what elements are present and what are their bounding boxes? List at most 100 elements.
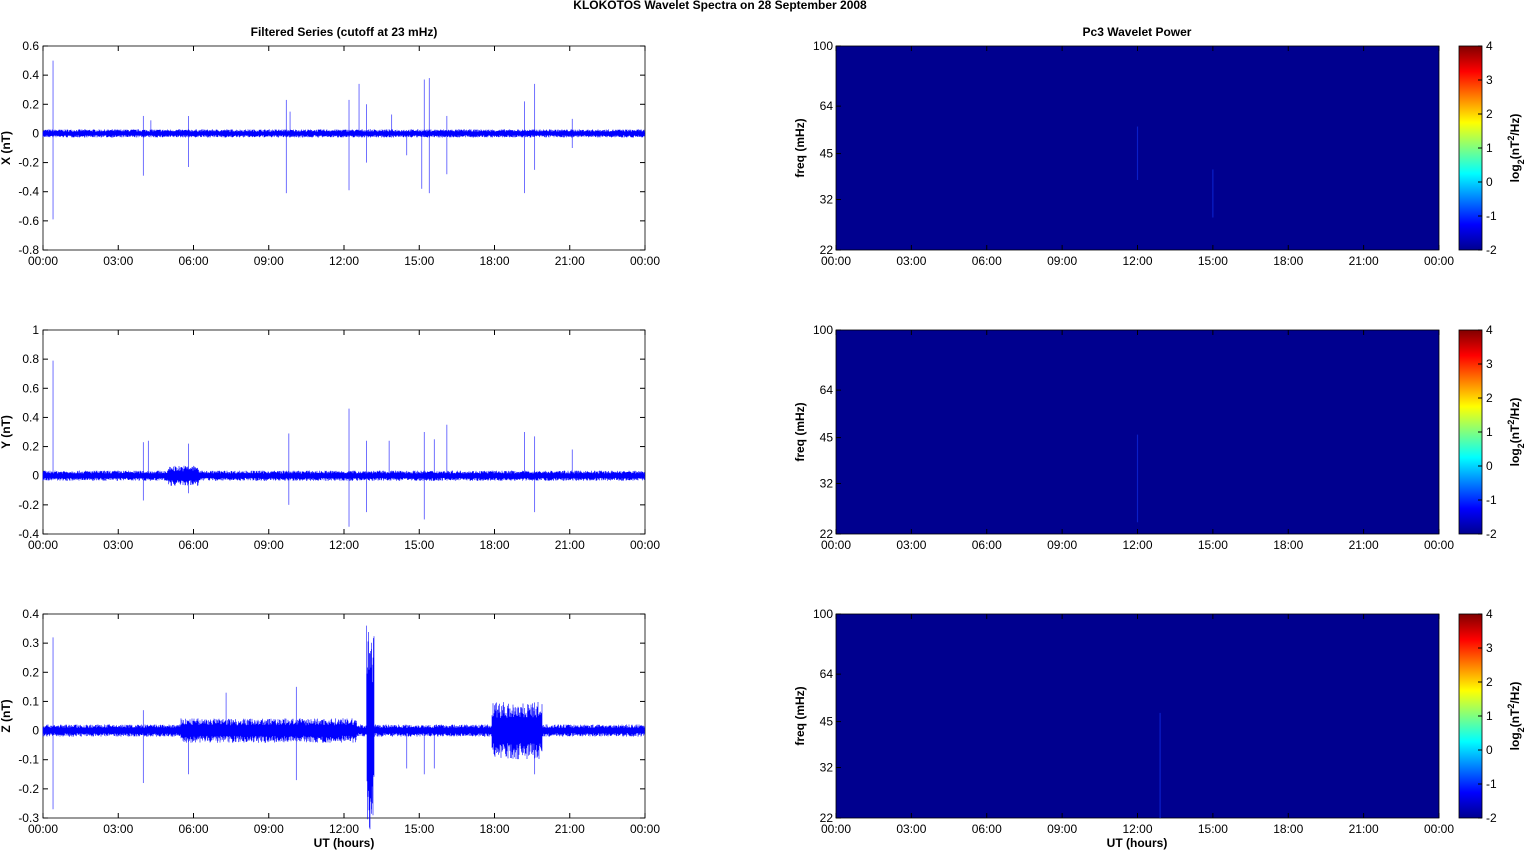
- series-xtick-label: 00:00: [630, 538, 660, 552]
- wavelet-xtick-label: 12:00: [1122, 538, 1152, 552]
- series-xtick-label: 15:00: [404, 822, 434, 836]
- ytick-label: 0.2: [22, 440, 39, 454]
- colorbar-tick-label: 4: [1486, 607, 1493, 621]
- series-xtick-label: 18:00: [479, 822, 509, 836]
- wavelet-xtick-label: 03:00: [896, 254, 926, 268]
- wavelet-xtick-label: 06:00: [972, 538, 1002, 552]
- ytick-label: 0: [32, 469, 39, 483]
- wavelet-xtick-label: 09:00: [1047, 822, 1077, 836]
- colorbar-tick-label: 2: [1486, 391, 1493, 405]
- series-xtick-label: 06:00: [178, 254, 208, 268]
- wavelet-xtick-label: 15:00: [1198, 254, 1228, 268]
- wavelet-ytick-label: 100: [813, 39, 833, 53]
- series-xtick-label: 21:00: [555, 822, 585, 836]
- colorbar-label: log2(nT2/Hz): [1506, 114, 1526, 183]
- wavelet-ytick-label: 45: [820, 147, 834, 161]
- wavelet-xtick-label: 06:00: [972, 822, 1002, 836]
- colorbar-tick-label: -2: [1486, 811, 1497, 825]
- wavelet-ytick-label: 32: [820, 193, 834, 207]
- wavelet-xtick-label: 00:00: [821, 254, 851, 268]
- ytick-label: 0.4: [22, 68, 39, 82]
- ytick-label: 0.2: [22, 97, 39, 111]
- wavelet-xtick-label: 21:00: [1349, 822, 1379, 836]
- colorbar-tick-label: 3: [1486, 641, 1493, 655]
- wavelet-xtick-label: 00:00: [821, 822, 851, 836]
- colorbar-tick-label: 1: [1486, 709, 1493, 723]
- colorbar-tick-label: 0: [1486, 175, 1493, 189]
- wavelet-xtick-label: 21:00: [1349, 538, 1379, 552]
- wavelet-ytick-label: 45: [820, 431, 834, 445]
- wavelet-xtick-label: 06:00: [972, 254, 1002, 268]
- series-xtick-label: 12:00: [329, 822, 359, 836]
- series-axes-Z: [42, 613, 646, 819]
- colorbar-tick-label: -2: [1486, 527, 1497, 541]
- series-xtick-label: 21:00: [555, 254, 585, 268]
- series-xtick-label: 03:00: [103, 254, 133, 268]
- wavelet-ytick-label: 100: [813, 607, 833, 621]
- figure-title: KLOKOTOS Wavelet Spectra on 28 September…: [573, 0, 867, 12]
- series-xtick-label: 15:00: [404, 538, 434, 552]
- series-ylabel: Z (nT): [0, 699, 13, 732]
- ytick-label: 0.6: [22, 39, 39, 53]
- series-ylabel: X (nT): [0, 131, 13, 165]
- series-xtick-label: 21:00: [555, 538, 585, 552]
- wavelet-ytick-label: 45: [820, 715, 834, 729]
- right-column-title: Pc3 Wavelet Power: [1083, 25, 1192, 39]
- left-xlabel: UT (hours): [314, 836, 375, 850]
- ytick-label: 0.3: [22, 636, 39, 650]
- wavelet-ylabel: freq (mHz): [793, 118, 807, 177]
- colorbar-tick-label: 0: [1486, 743, 1493, 757]
- wavelet-ytick-label: 32: [820, 477, 834, 491]
- wavelet-ytick-label: 64: [820, 99, 834, 113]
- ytick-label: 0.2: [22, 665, 39, 679]
- wavelet-ytick-label: 32: [820, 761, 834, 775]
- series-trace-X: [42, 129, 645, 138]
- wavelet-xtick-label: 00:00: [821, 538, 851, 552]
- wavelet-xtick-label: 00:00: [1424, 254, 1454, 268]
- wavelet-xtick-label: 18:00: [1273, 538, 1303, 552]
- series-ylabel: Y (nT): [0, 415, 13, 449]
- wavelet-ytick-label: 64: [820, 667, 834, 681]
- ytick-label: -0.4: [18, 185, 39, 199]
- wavelet-xtick-label: 09:00: [1047, 254, 1077, 268]
- colorbar-tick-label: -1: [1486, 777, 1497, 791]
- colorbar-tick-label: 1: [1486, 141, 1493, 155]
- ytick-label: -0.1: [18, 753, 39, 767]
- series-xtick-label: 12:00: [329, 538, 359, 552]
- colorbar-tick-label: 0: [1486, 459, 1493, 473]
- colorbar-tick-label: -1: [1486, 209, 1497, 223]
- series-xtick-label: 03:00: [103, 538, 133, 552]
- colorbar-tick-label: 4: [1486, 39, 1493, 53]
- wavelet-xtick-label: 12:00: [1122, 254, 1152, 268]
- series-xtick-label: 09:00: [254, 254, 284, 268]
- series-xtick-label: 12:00: [329, 254, 359, 268]
- colorbar-tick-label: 4: [1486, 323, 1493, 337]
- ytick-label: 0.8: [22, 352, 39, 366]
- wavelet-xtick-label: 03:00: [896, 822, 926, 836]
- series-xtick-label: 03:00: [103, 822, 133, 836]
- ytick-label: 0.1: [22, 694, 39, 708]
- wavelet-xtick-label: 12:00: [1122, 822, 1152, 836]
- series-xtick-label: 09:00: [254, 538, 284, 552]
- wavelet-xtick-label: 03:00: [896, 538, 926, 552]
- ytick-label: -0.6: [18, 214, 39, 228]
- series-xtick-label: 18:00: [479, 254, 509, 268]
- wavelet-ylabel: freq (mHz): [793, 402, 807, 461]
- ytick-label: 1: [32, 323, 39, 337]
- series-xtick-label: 00:00: [630, 254, 660, 268]
- series-xtick-label: 00:00: [630, 822, 660, 836]
- colorbar-tick-label: 3: [1486, 73, 1493, 87]
- ytick-label: 0.6: [22, 381, 39, 395]
- wavelet-xtick-label: 18:00: [1273, 822, 1303, 836]
- colorbar-tick-label: -1: [1486, 493, 1497, 507]
- ytick-label: -0.2: [18, 156, 39, 170]
- colorbar-label: log2(nT2/Hz): [1506, 398, 1526, 467]
- wavelet-ylabel: freq (mHz): [793, 686, 807, 745]
- ytick-label: 0: [32, 724, 39, 738]
- series-xtick-label: 00:00: [28, 538, 58, 552]
- colorbar-label: log2(nT2/Hz): [1506, 682, 1526, 751]
- figure: KLOKOTOS Wavelet Spectra on 28 September…: [0, 0, 1526, 850]
- left-column-title: Filtered Series (cutoff at 23 mHz): [251, 25, 438, 39]
- wavelet-xtick-label: 00:00: [1424, 822, 1454, 836]
- wavelet-ytick-label: 100: [813, 323, 833, 337]
